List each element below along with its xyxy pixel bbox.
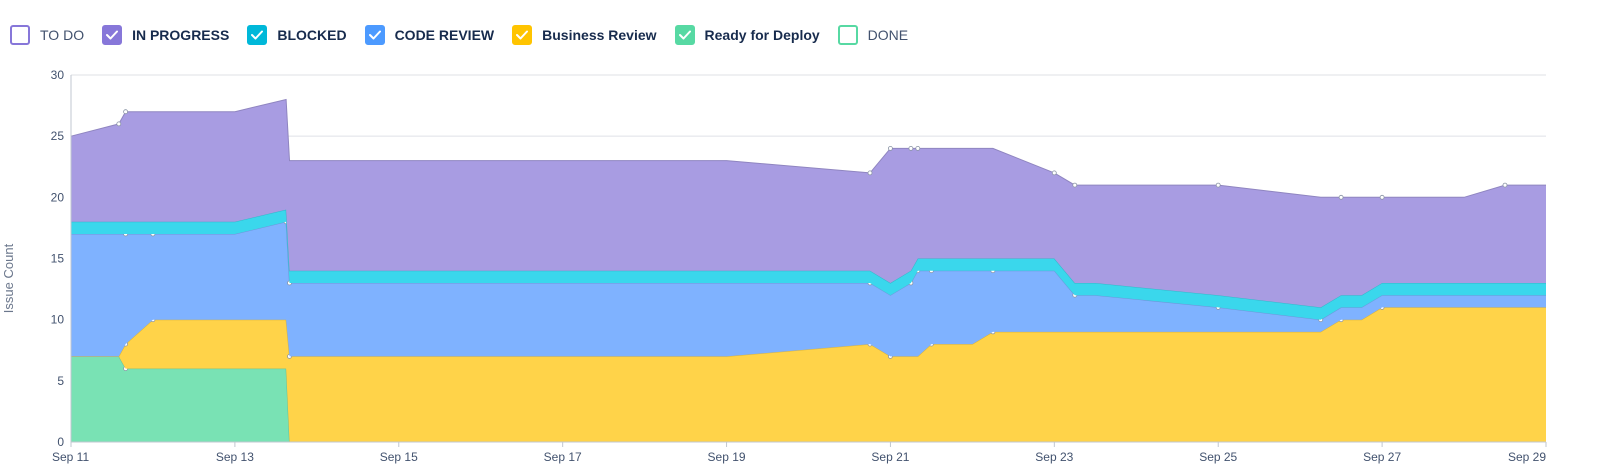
x-tick-label: Sep 27 [1363,450,1401,464]
x-tick-label: Sep 21 [871,450,909,464]
data-point-in-progress[interactable] [123,109,128,115]
x-tick-label: Sep 23 [1035,450,1073,464]
data-point-in-progress[interactable] [116,121,122,127]
data-point-in-progress[interactable] [915,145,921,151]
y-tick-label: 5 [57,374,64,388]
data-point-in-progress[interactable] [1072,182,1078,188]
y-tick-label: 25 [51,129,65,143]
data-point-in-progress[interactable] [1051,170,1057,176]
data-point-in-progress[interactable] [1379,194,1385,200]
y-tick-label: 20 [51,190,65,204]
x-tick-label: Sep 13 [216,450,254,464]
data-point-in-progress[interactable] [888,145,893,151]
data-point-in-progress[interactable] [1502,182,1508,188]
x-tick-label: Sep 15 [380,450,418,464]
data-point-in-progress[interactable] [1215,182,1221,188]
data-point-in-progress[interactable] [908,145,914,151]
x-tick-label: Sep 11 [52,450,89,464]
x-tick-label: Sep 19 [708,450,746,464]
y-tick-label: 30 [51,68,65,82]
y-tick-label: 15 [51,252,65,266]
x-tick-label: Sep 25 [1199,450,1237,464]
data-point-in-progress[interactable] [1338,194,1344,200]
y-axis-title: Issue Count [1,243,16,313]
cumulative-flow-chart: 0 5 10 15 20 25 30 Sep 11 Sep 13 Sep 15 Sep 17 Sep … [1,68,1547,464]
x-tick-label: Sep 17 [544,450,582,464]
y-tick-label: 0 [57,435,64,449]
data-point-in-progress[interactable] [867,170,873,176]
x-tick-label: Sep 29 [1508,450,1546,464]
y-tick-label: 10 [51,313,65,327]
